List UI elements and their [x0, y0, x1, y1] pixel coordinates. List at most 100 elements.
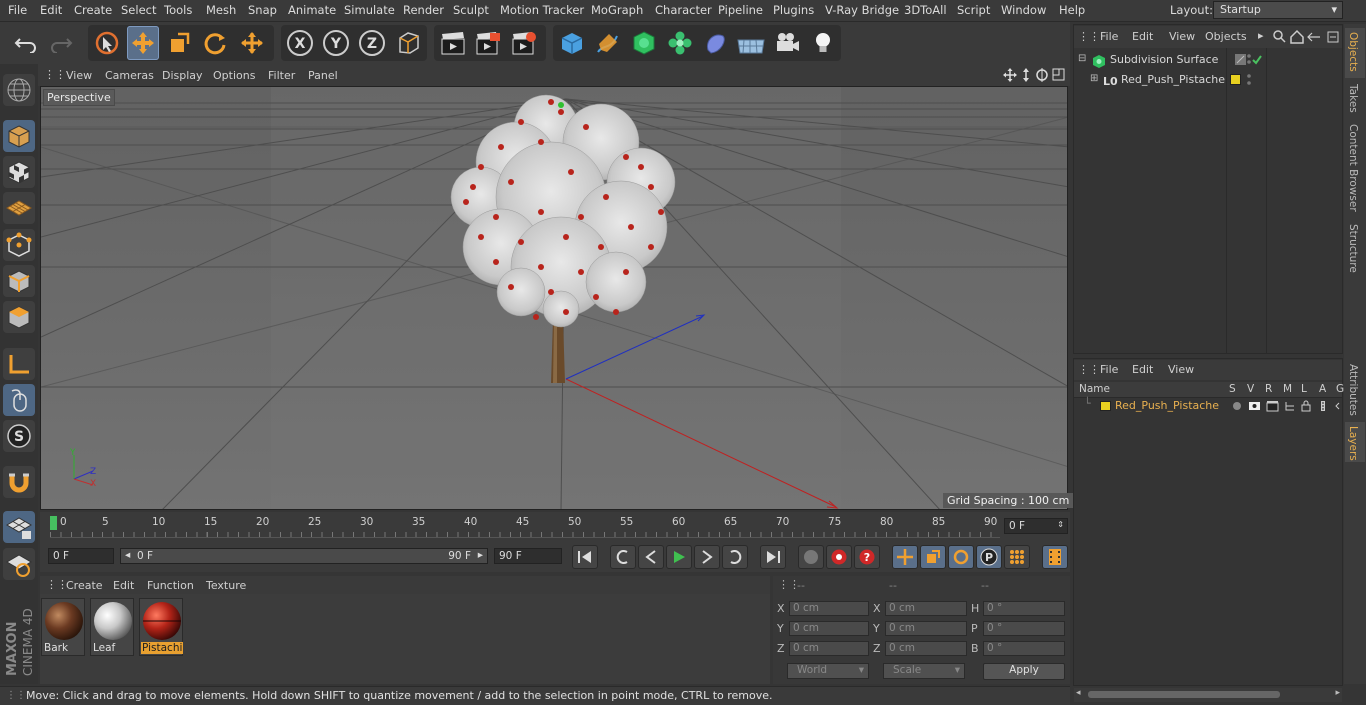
render-settings-button[interactable] [508, 26, 540, 60]
menu-pipeline[interactable]: Pipeline [718, 3, 763, 17]
start-frame-field[interactable]: 0 F [48, 548, 114, 564]
tab-attributes[interactable]: Attributes [1347, 364, 1359, 416]
tree-item-subdivision-surface[interactable]: ⊟ Subdivision Surface [1076, 52, 1236, 70]
workplane-mode-button[interactable] [3, 192, 35, 224]
rotate-tool-button[interactable] [199, 26, 231, 60]
axis-mode-button[interactable] [3, 348, 35, 380]
material-menu-function[interactable]: Function [147, 579, 194, 592]
keyframe-selection-button[interactable]: ? [854, 545, 880, 569]
recent-tool-button[interactable] [236, 26, 268, 60]
menu-select[interactable]: Select [121, 3, 156, 17]
menu-edit[interactable]: Edit [40, 3, 62, 17]
current-frame-field[interactable]: 0 F ⇕ [1004, 518, 1068, 534]
menu-tools[interactable]: Tools [164, 3, 192, 17]
size-z-field[interactable]: 0 cm [885, 641, 967, 656]
material-bark[interactable]: Bark [41, 598, 85, 656]
record-position-button[interactable] [892, 545, 918, 569]
make-editable-button[interactable] [3, 74, 35, 106]
layer-color-swatch[interactable] [1100, 401, 1111, 411]
undo-button[interactable] [10, 26, 42, 60]
z-axis-lock-button[interactable]: Z [356, 26, 388, 60]
points-mode-button[interactable] [3, 229, 35, 261]
menu-character[interactable]: Character [655, 3, 712, 17]
scroll-left-icon[interactable]: ◂ [1076, 688, 1081, 698]
column-render[interactable]: R [1265, 383, 1272, 395]
lock-icon[interactable] [1301, 400, 1311, 412]
range-right-arrow-icon[interactable]: ▸ [478, 549, 483, 561]
generator-icon[interactable] [1335, 402, 1340, 410]
spinner-arrows-icon[interactable]: ⇕ [1057, 520, 1064, 529]
viewport-menu-filter[interactable]: Filter [268, 69, 295, 82]
material-menu-edit[interactable]: Edit [113, 579, 134, 592]
snapping-button[interactable] [3, 466, 35, 498]
previous-frame-button[interactable] [638, 545, 664, 569]
menu-help[interactable]: Help [1059, 3, 1085, 17]
camera-button[interactable] [771, 26, 803, 60]
solo-dot-icon[interactable] [1233, 402, 1241, 410]
next-key-button[interactable] [722, 545, 748, 569]
tab-content-browser[interactable]: Content Browser [1347, 124, 1359, 212]
timeline-window-button[interactable] [1042, 545, 1068, 569]
menu-create[interactable]: Create [74, 3, 112, 17]
scale-tool-button[interactable] [163, 26, 195, 60]
next-frame-button[interactable] [694, 545, 720, 569]
animation-keys-icon[interactable] [1321, 401, 1325, 411]
column-manager[interactable]: M [1283, 383, 1292, 395]
material-pistachi[interactable]: Pistachi [139, 598, 184, 656]
pan-view-icon[interactable] [1003, 68, 1017, 82]
maximize-view-icon[interactable] [1052, 68, 1065, 81]
position-y-field[interactable]: 0 cm [789, 621, 869, 636]
previous-key-button[interactable] [610, 545, 636, 569]
record-point-level-button[interactable] [1004, 545, 1030, 569]
column-view[interactable]: V [1247, 383, 1254, 395]
render-clapper-icon[interactable] [1266, 401, 1279, 412]
tab-structure[interactable]: Structure [1347, 224, 1359, 273]
home-icon[interactable] [1290, 29, 1304, 44]
record-parameter-button[interactable]: P [976, 545, 1002, 569]
rotate-view-icon[interactable] [1036, 68, 1048, 82]
tab-objects[interactable]: Objects [1347, 32, 1359, 72]
expand-minus-icon[interactable]: ⊟ [1078, 53, 1086, 64]
rotation-h-field[interactable]: 0 ° [983, 601, 1065, 616]
column-generators[interactable]: G [1336, 383, 1344, 395]
record-rotation-button[interactable] [948, 545, 974, 569]
deformer-button[interactable] [700, 26, 732, 60]
menu-snap[interactable]: Snap [248, 3, 277, 17]
go-to-end-button[interactable] [760, 545, 786, 569]
record-keys-button[interactable] [798, 545, 824, 569]
column-animation[interactable]: A [1319, 383, 1326, 395]
playhead-marker[interactable] [50, 516, 57, 530]
size-x-field[interactable]: 0 cm [885, 601, 967, 616]
layer-color-swatch[interactable] [1230, 74, 1241, 85]
menu-file[interactable]: File [8, 3, 27, 17]
subdivision-editor-toggle[interactable] [1234, 53, 1262, 70]
position-x-field[interactable]: 0 cm [789, 601, 869, 616]
material-menu-create[interactable]: Create [66, 579, 103, 592]
polygons-mode-button[interactable] [3, 301, 35, 333]
layer-menu-view[interactable]: View [1168, 363, 1194, 376]
expand-plus-icon[interactable]: ⊞ [1090, 73, 1098, 84]
cloner-button[interactable] [664, 26, 696, 60]
render-view-button[interactable] [437, 26, 469, 60]
eye-icon[interactable] [1249, 402, 1260, 410]
grid-lock-button[interactable] [3, 511, 35, 543]
menu-window[interactable]: Window [1001, 3, 1046, 17]
move-tool-button[interactable] [127, 26, 159, 60]
menu-vray-bridge[interactable]: V-Ray Bridge [825, 3, 899, 17]
menu-script[interactable]: Script [957, 3, 990, 17]
scrollbar-thumb[interactable] [1088, 691, 1280, 698]
column-name[interactable]: Name [1079, 383, 1110, 395]
go-to-start-button[interactable] [572, 545, 598, 569]
x-axis-lock-button[interactable]: X [284, 26, 316, 60]
live-selection-button[interactable] [91, 26, 123, 60]
floor-button[interactable] [735, 26, 767, 60]
menu-3dtoall[interactable]: 3DToAll [904, 3, 947, 17]
back-icon[interactable] [1307, 32, 1320, 42]
new-window-icon[interactable] [1327, 31, 1339, 43]
apply-button[interactable]: Apply [983, 663, 1065, 680]
menu-simulate[interactable]: Simulate [344, 3, 395, 17]
material-menu-texture[interactable]: Texture [206, 579, 246, 592]
timeline-ruler[interactable]: 0 5 10 15 20 25 30 35 40 45 50 55 60 65 … [40, 512, 1070, 542]
size-y-field[interactable]: 0 cm [885, 621, 967, 636]
more-arrow-icon[interactable]: ▸ [1258, 29, 1264, 42]
